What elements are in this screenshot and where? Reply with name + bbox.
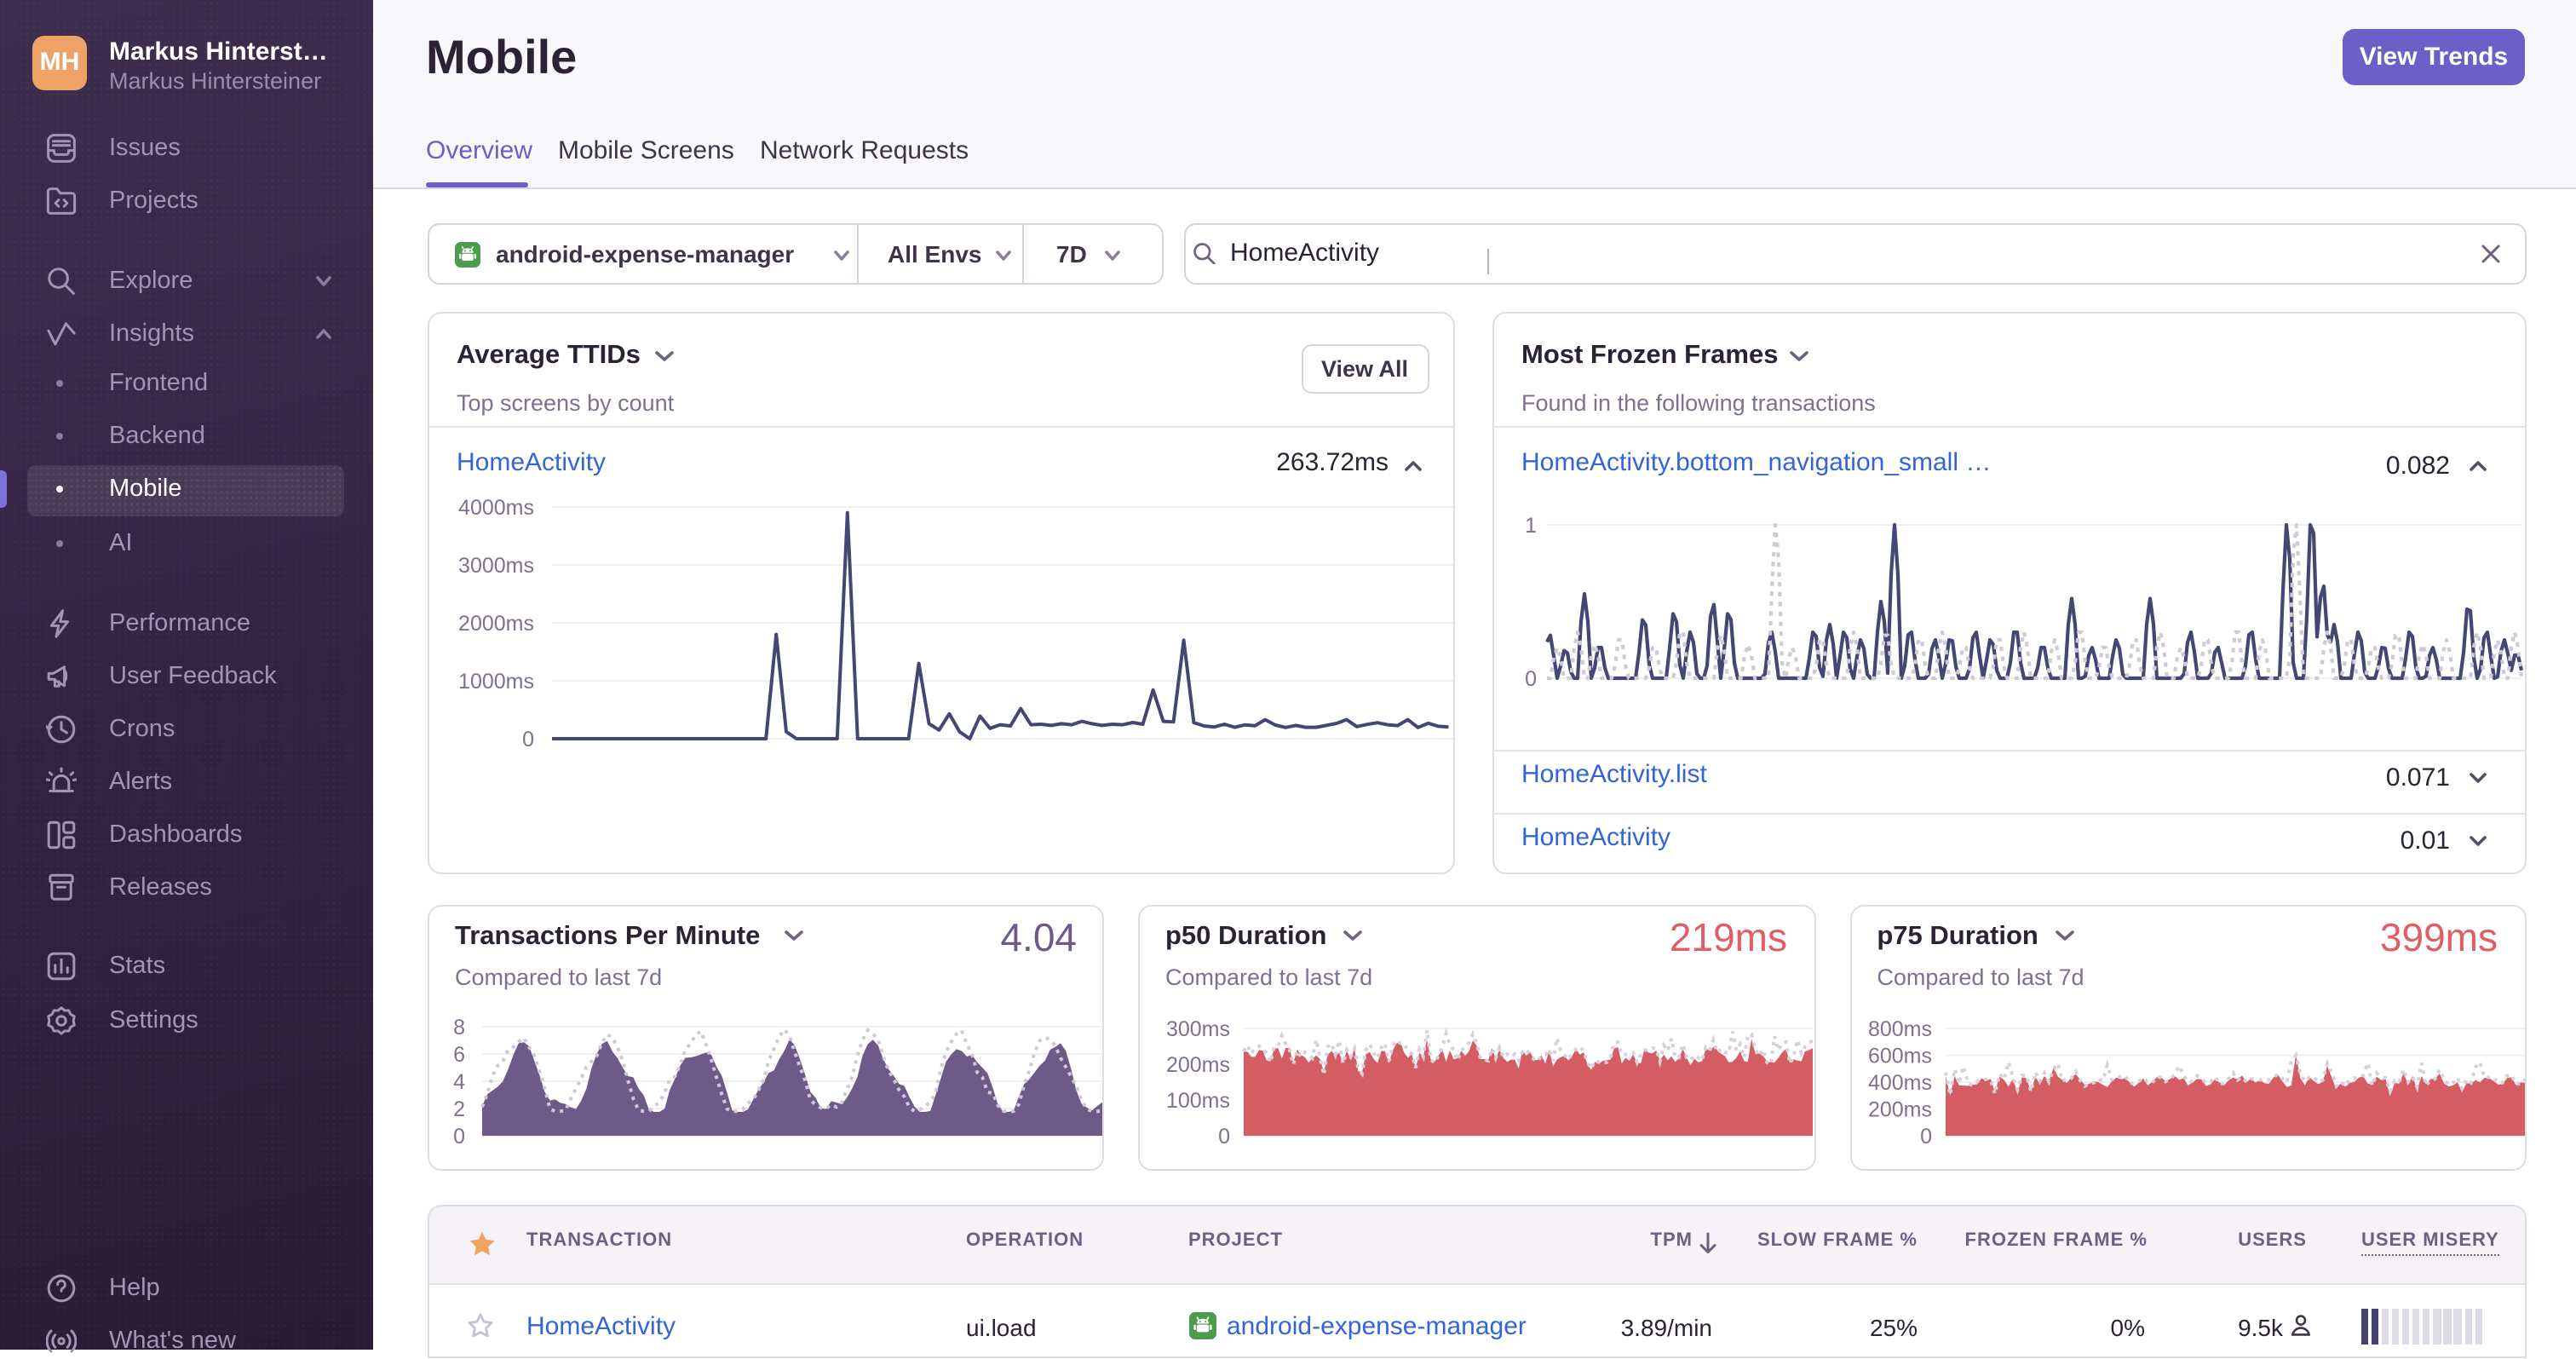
svg-text:6: 6 (453, 1043, 465, 1067)
svg-text:1: 1 (1525, 514, 1537, 538)
svg-text:3000ms: 3000ms (458, 554, 534, 578)
svg-text:4000ms: 4000ms (458, 498, 534, 520)
svg-text:4: 4 (453, 1070, 465, 1094)
svg-text:0: 0 (1919, 1125, 1931, 1145)
svg-text:0: 0 (1525, 667, 1537, 691)
svg-text:8: 8 (453, 1019, 465, 1039)
svg-text:2: 2 (453, 1097, 465, 1121)
svg-text:300ms: 300ms (1167, 1019, 1231, 1041)
svg-text:600ms: 600ms (1867, 1045, 1931, 1068)
svg-text:400ms: 400ms (1867, 1071, 1931, 1095)
svg-text:0: 0 (1219, 1125, 1231, 1145)
svg-text:0: 0 (453, 1125, 465, 1145)
svg-text:1000ms: 1000ms (458, 670, 534, 694)
svg-text:200ms: 200ms (1867, 1097, 1931, 1121)
svg-text:2000ms: 2000ms (458, 612, 534, 636)
svg-text:100ms: 100ms (1167, 1089, 1231, 1113)
svg-text:800ms: 800ms (1867, 1019, 1931, 1041)
svg-text:200ms: 200ms (1167, 1053, 1231, 1077)
svg-text:0: 0 (522, 728, 534, 751)
